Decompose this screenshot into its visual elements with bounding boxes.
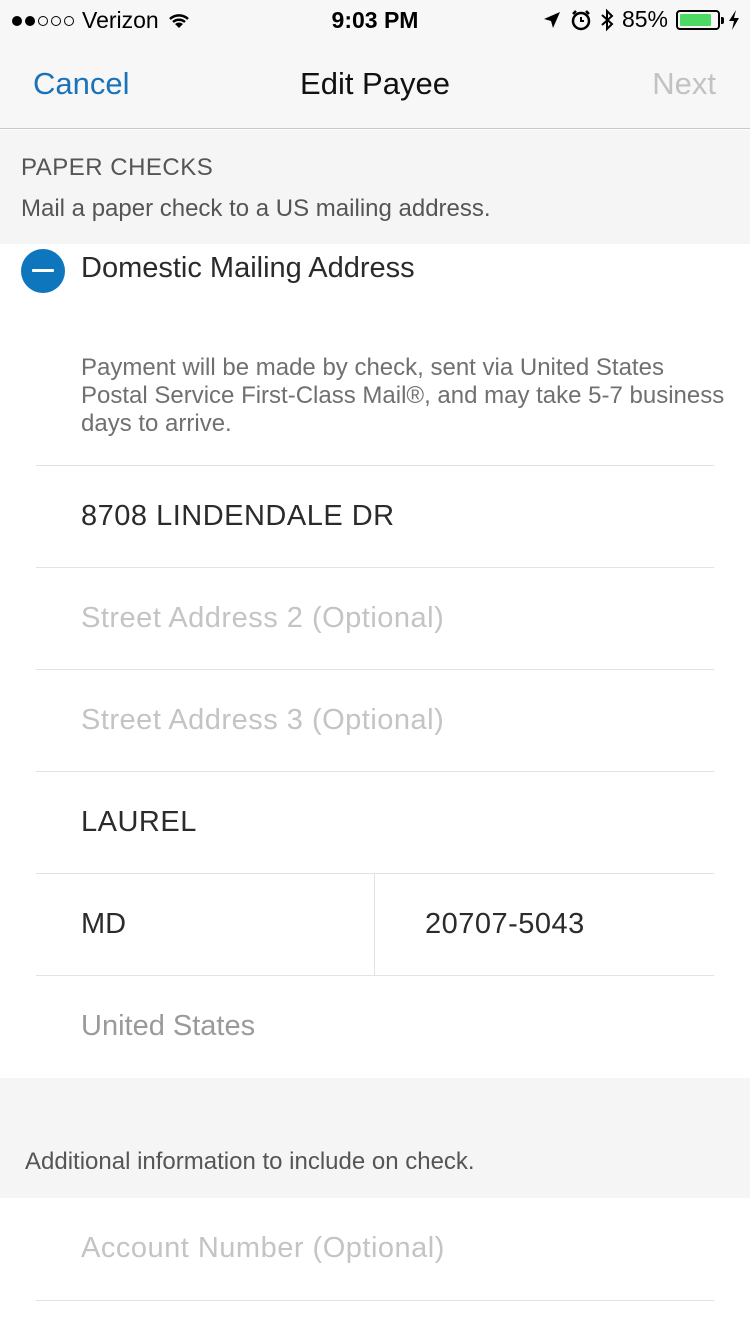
wifi-icon: [168, 13, 189, 28]
additional-info-section: Additional information to include on che…: [0, 1078, 750, 1198]
bluetooth-icon: [601, 8, 614, 31]
account-number-field[interactable]: Account Number (Optional): [36, 1198, 714, 1300]
state-zip-row: MD 20707-5043: [36, 873, 714, 975]
street-address-3-placeholder: Street Address 3 (Optional): [81, 704, 445, 736]
street-address-1-value: 8708 LINDENDALE DR: [81, 500, 395, 532]
street-address-2-field[interactable]: Street Address 2 (Optional): [36, 567, 714, 669]
account-number-placeholder: Account Number (Optional): [81, 1232, 445, 1264]
field-divider: [374, 874, 375, 975]
domestic-mailing-address-option[interactable]: Domestic Mailing Address: [0, 244, 750, 294]
street-address-3-field[interactable]: Street Address 3 (Optional): [36, 669, 714, 771]
delivery-disclaimer: Payment will be made by check, sent via …: [81, 354, 725, 437]
city-value: LAUREL: [81, 806, 197, 838]
status-right: 85%: [542, 6, 740, 33]
navigation-bar: Cancel Edit Payee Next: [0, 40, 750, 129]
country-value: United States: [81, 1010, 256, 1042]
alarm-icon: [571, 9, 591, 30]
cancel-button[interactable]: Cancel: [33, 66, 130, 102]
charging-bolt-icon: [729, 9, 739, 30]
status-bar: Verizon 9:03 PM 85%: [0, 0, 750, 40]
paper-checks-section-header: PAPER CHECKS Mail a paper check to a US …: [0, 130, 750, 244]
carrier-name: Verizon: [82, 7, 159, 33]
battery-icon: [676, 9, 724, 30]
next-button[interactable]: Next: [652, 66, 716, 102]
status-left: Verizon: [12, 7, 191, 34]
minus-circle-icon[interactable]: [21, 249, 65, 293]
section-subtitle: Mail a paper check to a US mailing addre…: [21, 195, 491, 222]
location-arrow-icon: [543, 11, 560, 28]
state-field[interactable]: MD: [81, 908, 126, 941]
signal-strength-icon: [12, 15, 74, 26]
street-address-2-placeholder: Street Address 2 (Optional): [81, 602, 445, 634]
zip-field[interactable]: 20707-5043: [425, 908, 585, 941]
street-address-1-field[interactable]: 8708 LINDENDALE DR: [36, 465, 714, 567]
section-title: PAPER CHECKS: [21, 154, 214, 181]
option-label: Domestic Mailing Address: [81, 252, 415, 284]
country-field[interactable]: United States: [36, 975, 714, 1077]
city-field[interactable]: LAUREL: [36, 771, 714, 873]
divider: [36, 1300, 714, 1301]
battery-percent: 85%: [621, 6, 668, 32]
additional-info-text: Additional information to include on che…: [25, 1148, 475, 1175]
